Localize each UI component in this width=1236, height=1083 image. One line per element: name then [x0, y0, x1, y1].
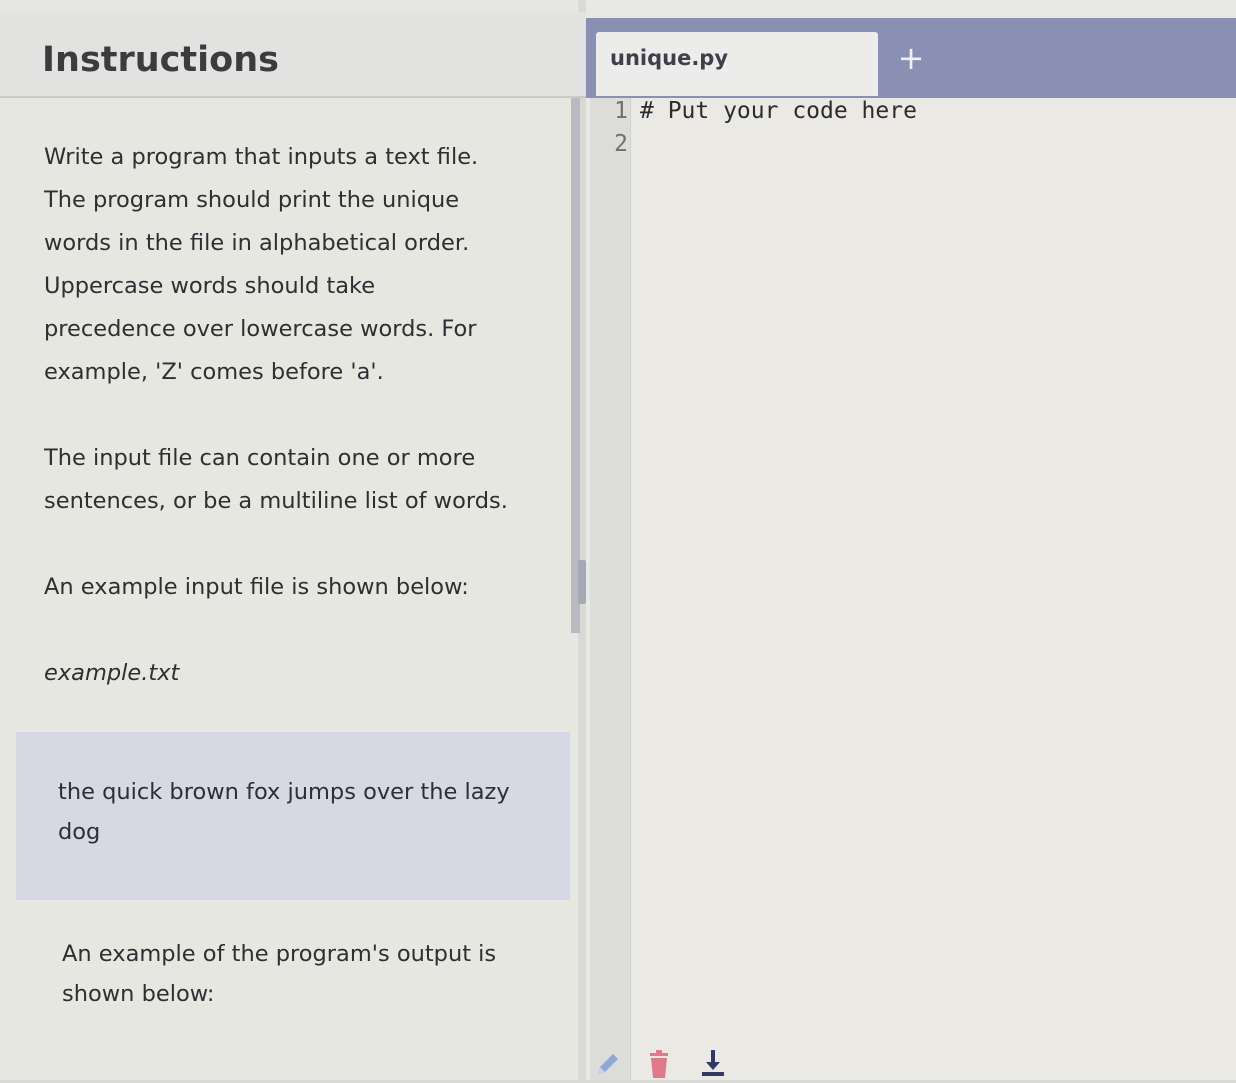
- code-line[interactable]: # Put your code here: [640, 98, 917, 124]
- file-tab-unique-py[interactable]: unique.py: [596, 32, 878, 96]
- instructions-paragraph: The input file can contain one or more s…: [44, 445, 508, 514]
- download-icon[interactable]: [700, 1050, 726, 1083]
- instructions-paragraph: An example input file is shown below:: [44, 574, 469, 600]
- pencil-icon[interactable]: [594, 1050, 622, 1083]
- trash-icon[interactable]: [648, 1050, 670, 1083]
- instructions-header: Instructions: [0, 12, 590, 98]
- add-file-button[interactable]: +: [893, 40, 929, 76]
- example-input-text: the quick brown fox jumps over the lazy …: [58, 779, 510, 845]
- line-number: 1: [614, 98, 628, 124]
- code-editor[interactable]: 1 2 # Put your code here: [590, 98, 1236, 1080]
- line-number: 2: [614, 131, 628, 157]
- editor-toolbar: [590, 1040, 1236, 1080]
- file-tab-label: unique.py: [610, 46, 729, 70]
- instructions-body: Write a program that inputs a text file.…: [44, 136, 544, 695]
- example-filename: example.txt: [44, 660, 180, 686]
- instructions-title: Instructions: [42, 40, 279, 80]
- instructions-paragraph: An example of the program's output is sh…: [62, 941, 497, 1007]
- pane-splitter[interactable]: [571, 98, 580, 633]
- instructions-paragraph: Write a program that inputs a text file.…: [44, 144, 479, 385]
- example-input-box: the quick brown fox jumps over the lazy …: [16, 732, 570, 900]
- splitter-handle[interactable]: [578, 560, 586, 604]
- plus-icon: +: [897, 39, 925, 77]
- line-number-gutter: 1 2: [590, 98, 631, 1080]
